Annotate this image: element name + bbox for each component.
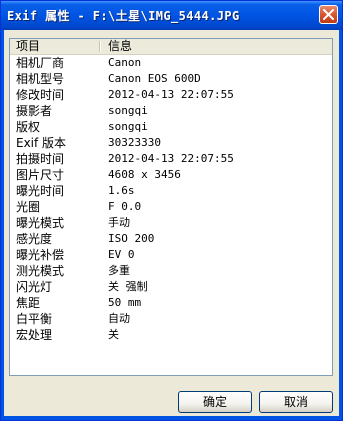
item-value: 30323330	[108, 136, 161, 149]
list-item[interactable]: 相机厂商 Canon	[10, 55, 332, 71]
list-item[interactable]: 感光度 ISO 200	[10, 231, 332, 247]
item-name: 光圈	[16, 200, 41, 214]
item-name: 白平衡	[16, 312, 53, 326]
item-value: 手动	[108, 216, 130, 229]
item-value: songqi	[108, 120, 148, 133]
list-item[interactable]: 相机型号 Canon EOS 600D	[10, 71, 332, 87]
list-item[interactable]: 白平衡 自动	[10, 311, 332, 327]
list-item[interactable]: 曝光模式 手动	[10, 215, 332, 231]
window-frame-bottom	[1, 416, 342, 420]
item-name: 曝光时间	[16, 184, 65, 198]
list-item[interactable]: 测光模式 多重	[10, 263, 332, 279]
window-frame-right	[339, 30, 342, 420]
item-value: songqi	[108, 104, 148, 117]
item-name: 修改时间	[16, 88, 65, 102]
list-item[interactable]: 拍摄时间 2012-04-13 22:07:55	[10, 151, 332, 167]
window-title: Exif 属性 - F:\土星\IMG_5444.JPG	[7, 9, 240, 23]
list-rows: 相机厂商 Canon 相机型号 Canon EOS 600D 修改时间 2012-04-1…	[10, 55, 332, 343]
item-name: 闪光灯	[16, 280, 53, 294]
item-name: 测光模式	[16, 264, 65, 278]
cancel-button[interactable]: 取消	[259, 391, 333, 413]
item-name: 曝光补偿	[16, 248, 65, 262]
list-item[interactable]: 版权 songqi	[10, 119, 332, 135]
list-item[interactable]: 宏处理 关	[10, 327, 332, 343]
ok-button[interactable]: 确定	[178, 391, 252, 413]
list-item[interactable]: 修改时间 2012-04-13 22:07:55	[10, 87, 332, 103]
close-icon	[323, 9, 334, 20]
item-name: 拍摄时间	[16, 152, 65, 166]
list-item[interactable]: 摄影者 songqi	[10, 103, 332, 119]
item-value: 1.6s	[108, 184, 135, 197]
item-name: 焦距	[16, 296, 41, 310]
item-value: 关 强制	[108, 280, 148, 293]
item-value: 2012-04-13 22:07:55	[108, 88, 234, 101]
item-value: 4608 x 3456	[108, 168, 181, 181]
column-header-item[interactable]: 项目	[16, 39, 40, 54]
item-name: 曝光模式	[16, 216, 65, 230]
close-button[interactable]	[319, 5, 338, 24]
list-item[interactable]: 曝光补偿 EV 0	[10, 247, 332, 263]
list-header: 项目 信息	[10, 39, 332, 55]
item-value: 2012-04-13 22:07:55	[108, 152, 234, 165]
list-item[interactable]: 图片尺寸 4608 x 3456	[10, 167, 332, 183]
item-value: EV 0	[108, 248, 135, 261]
item-name: 相机型号	[16, 72, 65, 86]
item-value: F 0.0	[108, 200, 142, 213]
item-value: ISO 200	[108, 232, 155, 245]
column-divider[interactable]	[99, 41, 101, 52]
item-value: Canon EOS 600D	[108, 72, 201, 85]
item-name: 感光度	[16, 232, 53, 246]
item-value: 关	[108, 328, 119, 341]
exif-list-view[interactable]: 项目 信息 相机厂商 Canon 相机型号 Canon EOS 600D 修改时间 201…	[9, 38, 333, 376]
item-name: 图片尺寸	[16, 168, 65, 182]
item-name: 宏处理	[16, 328, 53, 342]
column-header-info[interactable]: 信息	[108, 39, 132, 54]
exif-properties-dialog: Exif 属性 - F:\土星\IMG_5444.JPG 项目 信息 相机厂商 C…	[0, 0, 343, 421]
item-value: 多重	[108, 264, 130, 277]
item-name: 摄影者	[16, 104, 53, 118]
list-item[interactable]: 焦距 50 mm	[10, 295, 332, 311]
item-value: 50 mm	[108, 296, 142, 309]
list-item[interactable]: 闪光灯 关 强制	[10, 279, 332, 295]
item-name: 版权	[16, 120, 41, 134]
title-bar[interactable]: Exif 属性 - F:\土星\IMG_5444.JPG	[1, 1, 342, 30]
item-value: 自动	[108, 312, 130, 325]
list-item[interactable]: 光圈 F 0.0	[10, 199, 332, 215]
dialog-client-area: 项目 信息 相机厂商 Canon 相机型号 Canon EOS 600D 修改时间 201…	[4, 30, 339, 416]
list-item[interactable]: Exif 版本 30323330	[10, 135, 332, 151]
item-value: Canon	[108, 56, 142, 69]
item-name: Exif 版本	[16, 136, 67, 150]
list-item[interactable]: 曝光时间 1.6s	[10, 183, 332, 199]
item-name: 相机厂商	[16, 56, 65, 70]
